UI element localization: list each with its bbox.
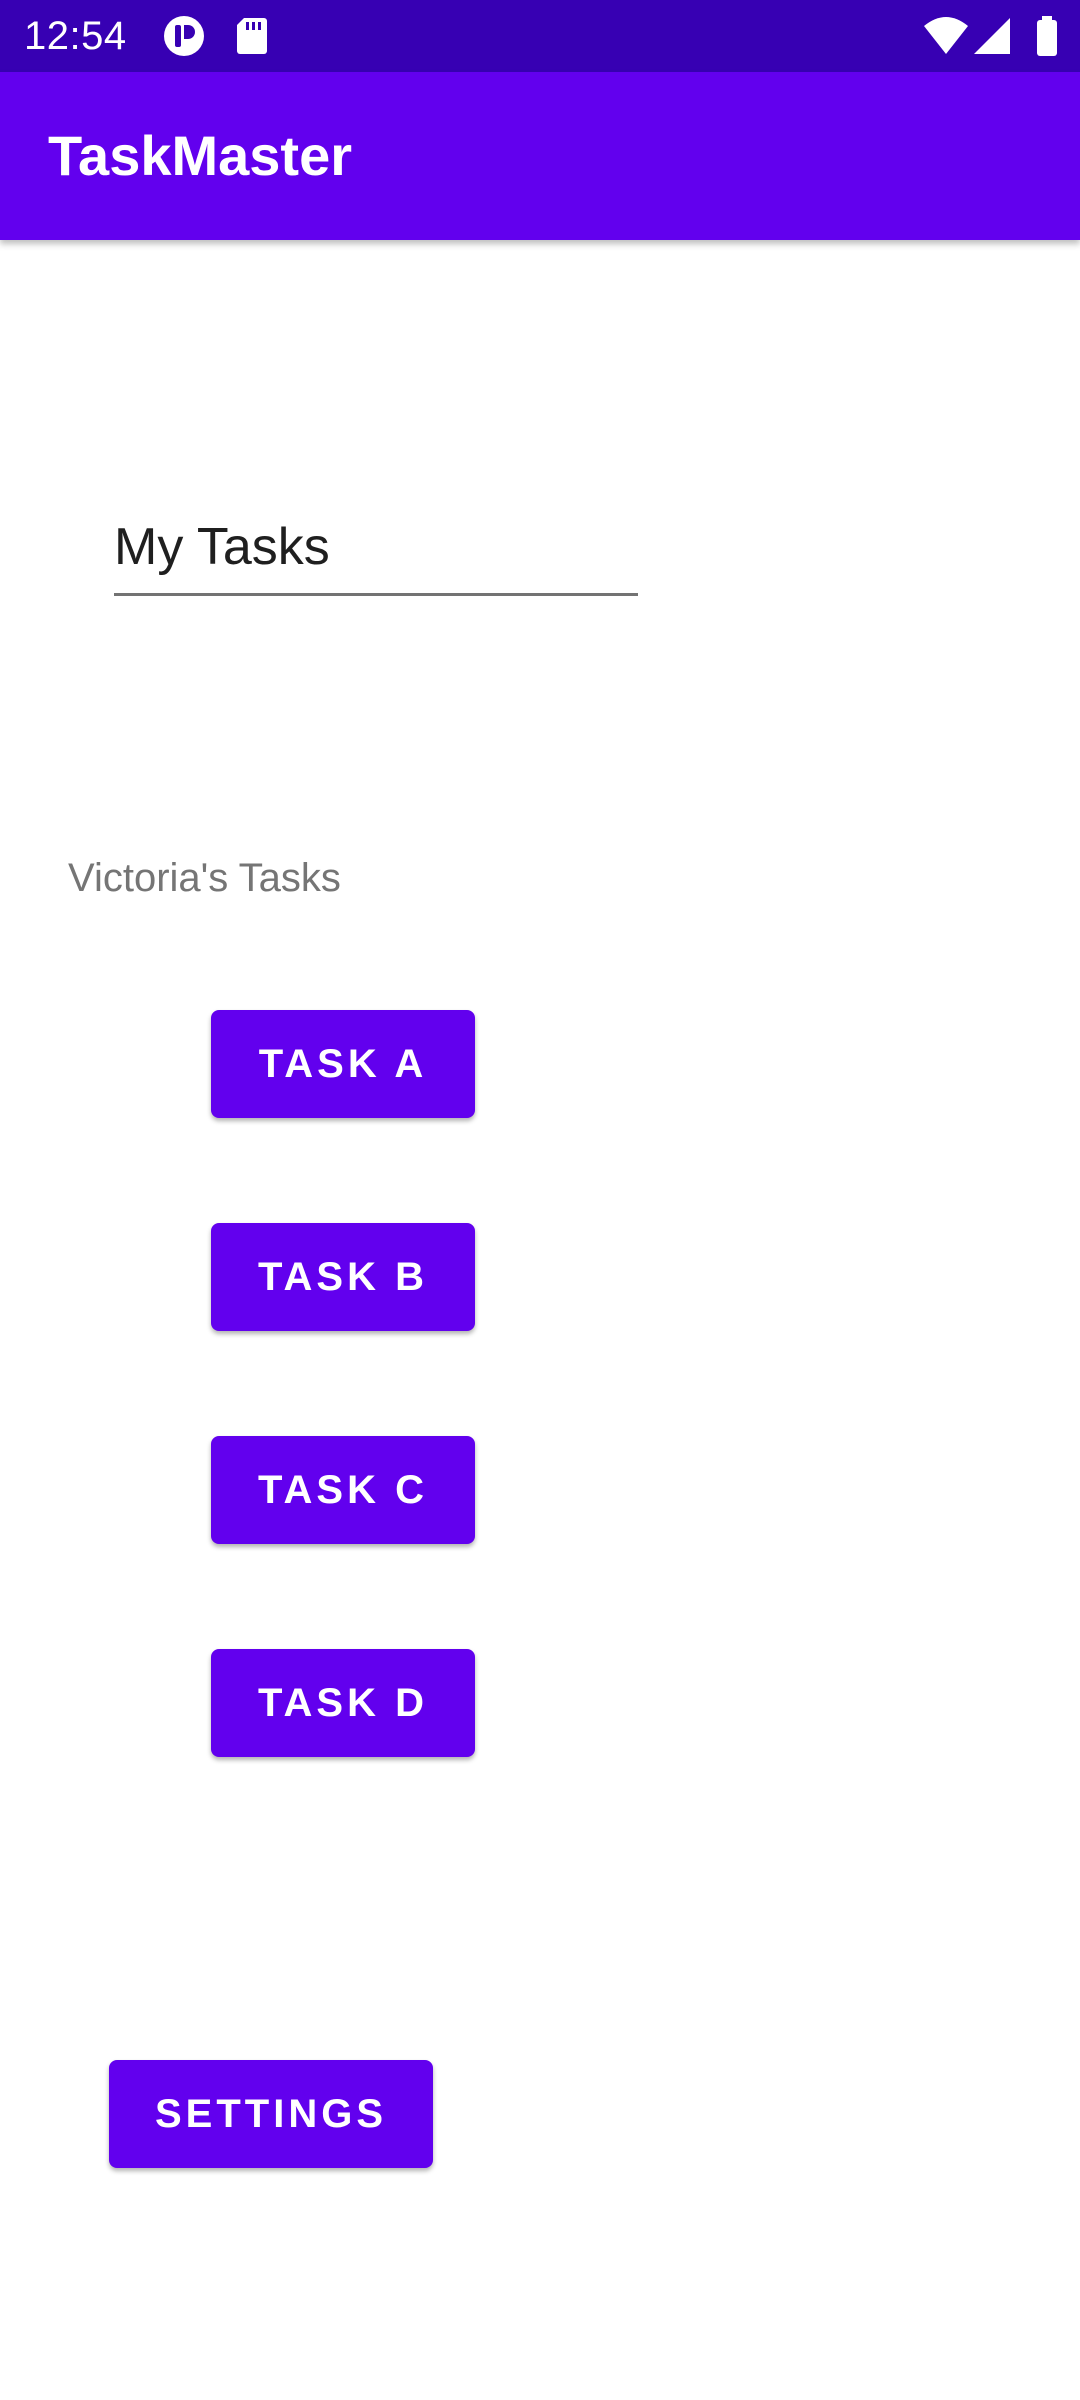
main-screen: 12:54 TaskMaster My Tasks Victoria's Tas… (0, 0, 1080, 2400)
app-bar: TaskMaster (0, 72, 1080, 240)
task-title-input[interactable] (114, 500, 638, 596)
username-label: Victoria's Tasks (68, 856, 341, 900)
task-a-button[interactable]: TASK A (211, 1010, 475, 1118)
status-time: 12:54 (24, 14, 127, 58)
settings-button[interactable]: SETTINGS (109, 2060, 433, 2168)
wifi-icon (922, 12, 970, 60)
app-title: TaskMaster (48, 124, 353, 187)
task-c-button[interactable]: TASK C (211, 1436, 475, 1544)
battery-icon (1024, 12, 1072, 60)
status-bar: 12:54 (0, 0, 1080, 72)
notification-app-icon (160, 12, 208, 60)
sd-card-icon (228, 12, 276, 60)
task-d-button[interactable]: TASK D (211, 1649, 475, 1757)
cell-signal-icon (968, 12, 1016, 60)
task-b-button[interactable]: TASK B (211, 1223, 475, 1331)
